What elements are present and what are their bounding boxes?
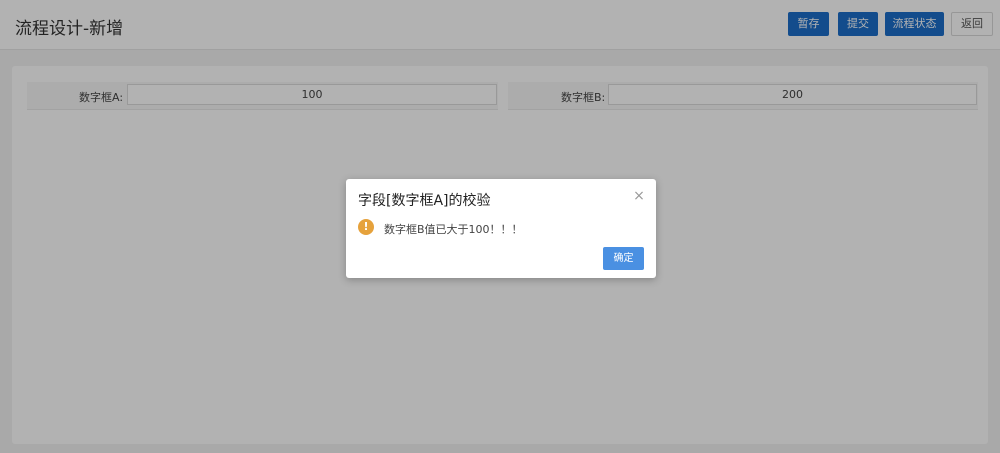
dialog-title: 字段[数字框A]的校验 bbox=[358, 193, 491, 209]
confirm-button[interactable]: 确定 bbox=[603, 247, 644, 270]
dialog-message: 数字框B值已大于100！！！ bbox=[384, 223, 523, 236]
validation-dialog: 字段[数字框A]的校验 × ! 数字框B值已大于100！！！ 确定 bbox=[346, 179, 656, 278]
warning-icon: ! bbox=[358, 219, 374, 235]
close-icon[interactable]: × bbox=[632, 189, 646, 203]
